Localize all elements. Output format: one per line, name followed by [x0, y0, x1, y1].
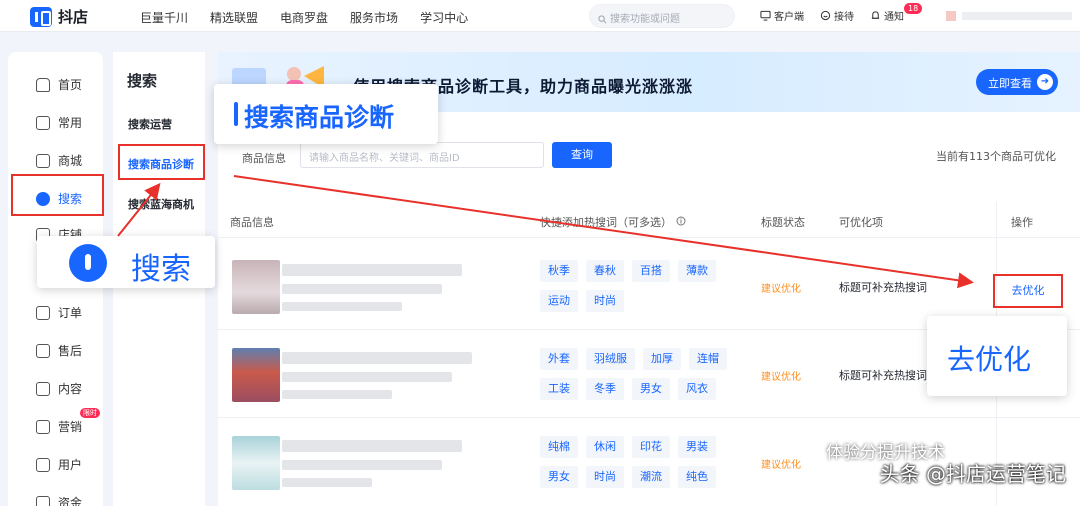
arrow-to-optimize	[233, 175, 974, 289]
watermark-text: 头条 @抖店运营笔记	[879, 462, 1066, 486]
annotation-arrows	[117, 175, 974, 289]
arrow-to-submenu	[117, 182, 161, 237]
